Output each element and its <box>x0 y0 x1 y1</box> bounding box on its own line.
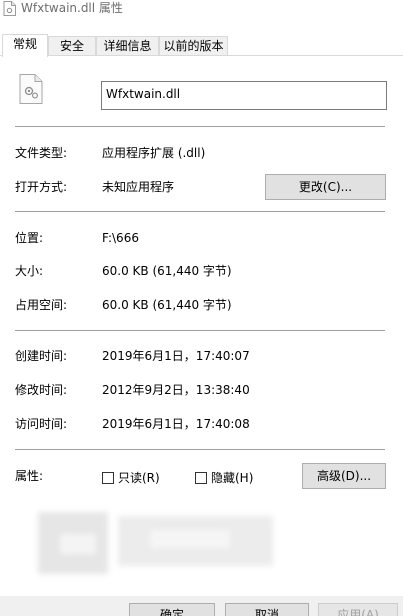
separator <box>15 126 385 127</box>
created-value: 2019年6月1日，17:40:07 <box>102 349 250 363</box>
title-bar: Wfxtwain.dll 属性 <box>0 0 403 30</box>
size-label: 大小: <box>15 264 44 278</box>
attributes-label: 属性: <box>15 469 44 483</box>
tab-general-label: 常规 <box>12 37 37 51</box>
file-type-value: 应用程序扩展 (.dll) <box>102 146 206 160</box>
size-on-disk-label: 占用空间: <box>15 298 68 312</box>
readonly-checkbox[interactable] <box>102 472 114 484</box>
tab-previous-versions[interactable]: 以前的版本 <box>159 36 228 56</box>
tab-security[interactable]: 安全 <box>48 36 96 56</box>
location-label: 位置: <box>15 231 44 245</box>
file-name-input[interactable]: Wfxtwain.dll <box>101 81 387 110</box>
file-type-label: 文件类型: <box>15 146 68 160</box>
advanced-button[interactable]: 高级(D)... <box>302 463 386 489</box>
obscured-region <box>150 530 230 548</box>
hidden-checkbox[interactable] <box>195 472 207 484</box>
file-icon <box>3 1 16 16</box>
created-label: 创建时间: <box>15 349 68 363</box>
modified-value: 2012年9月2日，13:38:40 <box>102 383 250 397</box>
tab-general[interactable]: 常规 <box>2 34 48 57</box>
tab-security-label: 安全 <box>59 39 84 53</box>
readonly-label[interactable]: 只读(R) <box>118 470 160 486</box>
dll-file-icon <box>19 74 43 104</box>
ok-button[interactable]: 确定 <box>129 603 215 616</box>
tab-details[interactable]: 详细信息 <box>96 36 159 56</box>
window-title: Wfxtwain.dll 属性 <box>21 1 123 15</box>
separator <box>15 449 385 450</box>
size-on-disk-value: 60.0 KB (61,440 字节) <box>102 298 232 312</box>
accessed-label: 访问时间: <box>15 417 68 431</box>
hidden-label[interactable]: 隐藏(H) <box>211 470 253 486</box>
modified-label: 修改时间: <box>15 383 68 397</box>
accessed-value: 2019年6月1日，17:40:08 <box>102 417 250 431</box>
tab-strip: 常规 安全 详细信息 以前的版本 <box>0 34 403 57</box>
open-with-value: 未知应用程序 <box>102 180 175 194</box>
open-with-label: 打开方式: <box>15 180 68 194</box>
separator <box>15 330 385 331</box>
location-value: F:\666 <box>102 231 139 245</box>
tab-previous-versions-label: 以前的版本 <box>163 39 224 53</box>
obscured-region <box>60 534 96 554</box>
size-value: 60.0 KB (61,440 字节) <box>102 264 232 278</box>
separator <box>15 211 385 212</box>
tab-details-label: 详细信息 <box>103 39 152 53</box>
apply-button[interactable]: 应用(A) <box>318 603 398 616</box>
cancel-button[interactable]: 取消 <box>225 603 309 616</box>
change-button[interactable]: 更改(C)... <box>265 174 386 200</box>
